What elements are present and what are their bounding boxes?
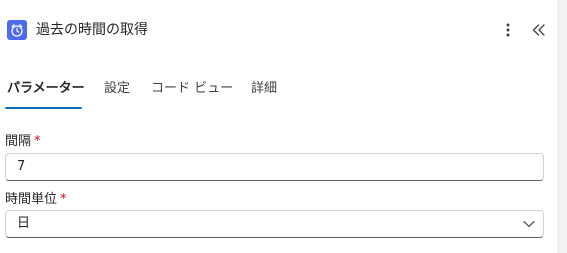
panel-edge: [557, 0, 567, 253]
tab-settings[interactable]: 設定: [104, 78, 130, 100]
time-unit-dropdown[interactable]: 日: [5, 210, 544, 238]
interval-label: 間隔 *: [5, 133, 41, 151]
tab-list: パラメーター 設定 コード ビュー 詳細: [0, 78, 557, 110]
collapse-panel-button[interactable]: [528, 19, 550, 41]
tab-code-view[interactable]: コード ビュー: [151, 78, 233, 100]
more-options-button[interactable]: [500, 19, 516, 41]
more-vertical-icon: [506, 23, 510, 37]
action-details-panel: 過去の時間の取得 パラメーター 設定 コード ビュー 詳細 間隔 * 7 時間単位…: [0, 0, 557, 253]
interval-input[interactable]: 7: [5, 153, 544, 181]
alarm-clock-icon: [7, 20, 27, 40]
double-chevron-left-icon: [532, 24, 545, 36]
required-marker: *: [60, 192, 67, 207]
required-marker: *: [34, 134, 41, 149]
tab-parameters[interactable]: パラメーター: [7, 78, 85, 100]
interval-value: 7: [17, 159, 26, 174]
tab-details[interactable]: 詳細: [251, 78, 277, 100]
active-tab-indicator: [5, 107, 82, 109]
page-title: 過去の時間の取得: [36, 22, 148, 38]
chevron-down-icon: [523, 220, 535, 228]
time-unit-label: 時間単位 *: [5, 191, 67, 209]
panel-header: 過去の時間の取得: [0, 0, 557, 60]
interval-label-text: 間隔: [5, 134, 32, 149]
time-unit-label-text: 時間単位: [5, 192, 58, 207]
time-unit-value: 日: [17, 216, 31, 231]
